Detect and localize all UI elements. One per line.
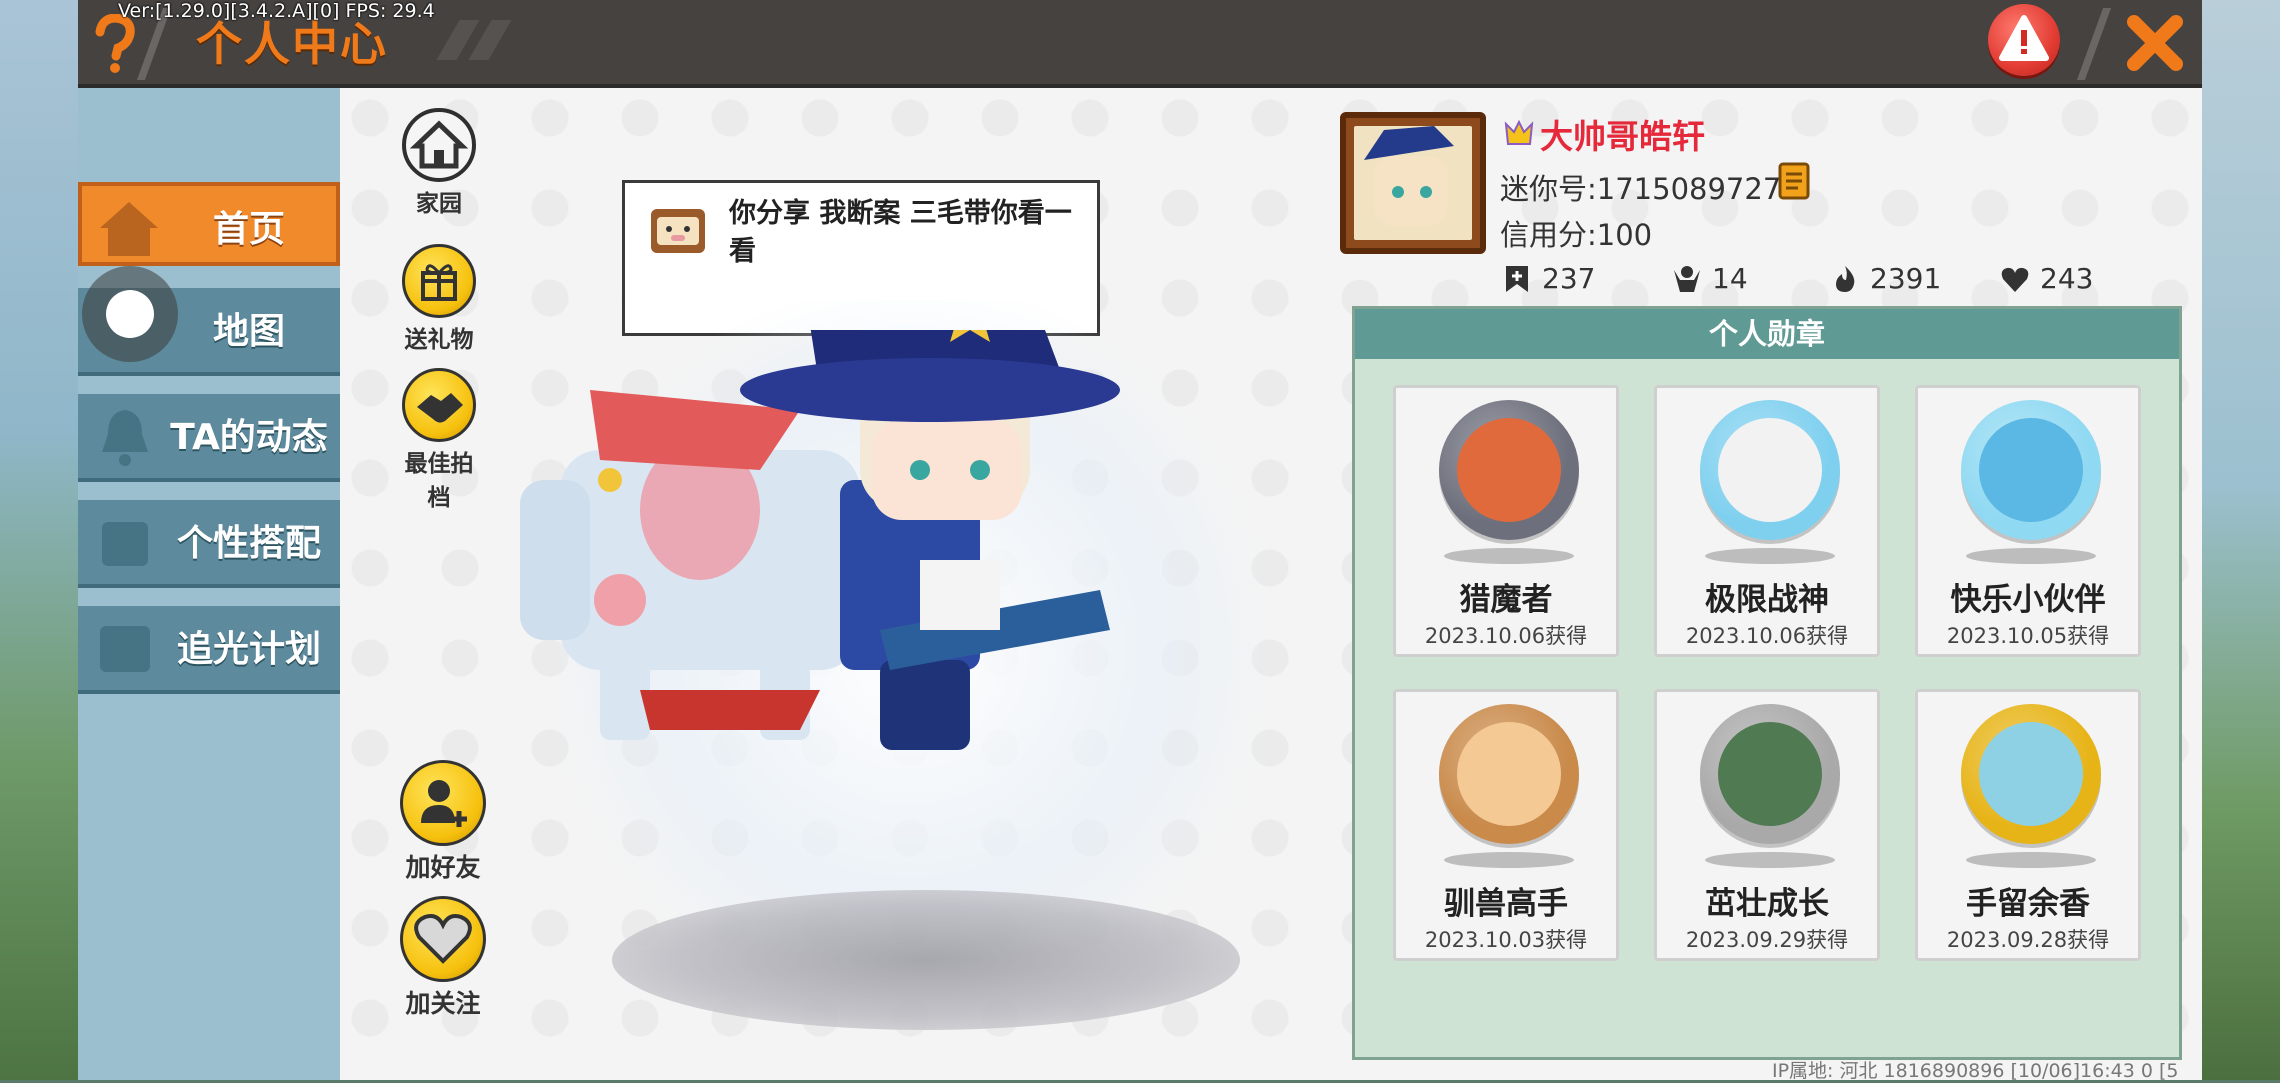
badge-date: 2023.10.06获得 — [1685, 624, 1849, 648]
stat-popularity: 2391 — [1830, 262, 1941, 295]
question-mark-icon[interactable] — [90, 14, 140, 74]
nav-home[interactable]: 首页 — [78, 182, 340, 266]
nav-home-label: 首页 — [212, 209, 285, 250]
thriving-growth-medal-icon — [1700, 704, 1840, 844]
happy-buddy-medal-icon — [1961, 400, 2101, 540]
badge-name: 极限战神 — [1705, 582, 1829, 618]
gift-icon — [402, 244, 476, 318]
game-backdrop-left — [0, 0, 80, 1080]
heart-icon — [2001, 267, 2029, 292]
boss-medal-icon — [1700, 400, 1840, 540]
stat-fans-value: 14 — [1712, 262, 1748, 295]
heart-outline-icon — [400, 896, 486, 982]
medal-shadow — [1705, 852, 1835, 868]
badge-date: 2023.09.28获得 — [1946, 928, 2110, 952]
username: 大帅哥皓轩 — [1540, 117, 1705, 156]
warning-icon — [1999, 15, 2049, 61]
trophy-person-icon — [1674, 265, 1700, 292]
badge-name: 手留余香 — [1966, 886, 2090, 922]
badge-date: 2023.10.06获得 — [1424, 624, 1588, 648]
best-partner-button[interactable]: 最佳拍档 — [394, 368, 484, 512]
stat-posts-value: 237 — [1542, 262, 1596, 295]
floating-assist-button[interactable] — [82, 266, 178, 362]
house-icon — [100, 202, 158, 256]
footer-info: IP属地: 河北 1816890896 [10/06]16:43 0 [5 — [1772, 1060, 2179, 1082]
mini-id: 迷你号:1715089727 — [1500, 172, 1782, 206]
vip-crown-icon — [1504, 119, 1534, 145]
close-x-icon[interactable] — [2122, 10, 2188, 76]
stat-likes-value: 243 — [2040, 262, 2094, 295]
add-friend-icon — [400, 760, 486, 846]
badge-name: 茁壮成长 — [1705, 886, 1829, 922]
stat-fans: 14 — [1672, 262, 1748, 295]
nav-outfit[interactable]: 个性搭配 — [78, 500, 340, 588]
badge-card[interactable]: 手留余香 2023.09.28获得 — [1915, 689, 2141, 961]
stat-likes: 243 — [2000, 262, 2093, 295]
medal-shadow — [1966, 852, 2096, 868]
light-plan-icon — [100, 626, 150, 672]
follow-label: 加关注 — [405, 989, 481, 1018]
medal-shadow — [1705, 548, 1835, 564]
badge-date: 2023.10.03获得 — [1424, 928, 1588, 952]
fps-debug-text: Ver:[1.29.0][3.4.2.A][0] FPS: 29.4 — [118, 0, 435, 22]
profile-avatar[interactable] — [1340, 112, 1486, 254]
bubble-text: 你分享 我断案 三毛带你看一看 — [729, 198, 1072, 267]
player-avatar-on-elephant[interactable] — [500, 330, 1220, 930]
fragrance-medal-icon — [1961, 704, 2101, 844]
medal-shadow — [1444, 548, 1574, 564]
outfit-icon — [102, 522, 148, 566]
badge-panel: 个人勋章 猎魔者 2023.10.06获得 极限战神 2023.10.06获得 … — [1352, 306, 2182, 1060]
home-label: 家园 — [416, 191, 462, 217]
stat-popularity-value: 2391 — [1870, 262, 1942, 295]
add-friend-button[interactable]: 加好友 — [398, 760, 488, 884]
bell-icon — [102, 410, 148, 466]
badge-date: 2023.10.05获得 — [1946, 624, 2110, 648]
stat-posts: 237 — [1502, 262, 1595, 295]
gift-button[interactable]: 送礼物 — [394, 244, 484, 354]
badge-card[interactable]: 极限战神 2023.10.06获得 — [1654, 385, 1880, 657]
badge-date: 2023.09.29获得 — [1685, 928, 1849, 952]
best-partner-label: 最佳拍档 — [404, 451, 474, 511]
badge-card[interactable]: 驯兽高手 2023.10.03获得 — [1393, 689, 1619, 961]
bookmark-plus-icon — [1506, 265, 1528, 292]
medal-shadow — [1966, 548, 2096, 564]
badge-panel-title: 个人勋章 — [1355, 309, 2179, 359]
badge-card[interactable]: 快乐小伙伴 2023.10.05获得 — [1915, 385, 2141, 657]
nav-activity[interactable]: TA的动态 — [78, 394, 340, 482]
nav-map-label: 地图 — [212, 311, 285, 352]
report-button[interactable] — [1988, 4, 2060, 76]
copy-icon[interactable] — [1776, 162, 1814, 202]
nav-outfit-label: 个性搭配 — [176, 523, 321, 564]
follow-button[interactable]: 加关注 — [398, 896, 488, 1020]
home-icon — [402, 108, 476, 182]
badge-card[interactable]: 猎魔者 2023.10.06获得 — [1393, 385, 1619, 657]
beast-tamer-medal-icon — [1439, 704, 1579, 844]
badge-grid[interactable]: 猎魔者 2023.10.06获得 极限战神 2023.10.06获得 快乐小伙伴… — [1355, 359, 2179, 1057]
nav-activity-label: TA的动态 — [170, 417, 328, 458]
nav-light-plan[interactable]: 追光计划 — [78, 606, 340, 694]
home-button[interactable]: 家园 — [394, 108, 484, 218]
gift-label: 送礼物 — [404, 327, 474, 353]
badge-card[interactable]: 茁壮成长 2023.09.29获得 — [1654, 689, 1880, 961]
cow-mascot-icon — [651, 209, 705, 253]
badge-name: 驯兽高手 — [1444, 886, 1568, 922]
game-backdrop-right — [2200, 0, 2280, 1080]
decor-stripes — [436, 20, 528, 60]
credit-score: 信用分:100 — [1500, 218, 1653, 252]
avatar-portrait — [1354, 126, 1472, 240]
add-friend-label: 加好友 — [405, 853, 481, 882]
demon-hunter-medal-icon — [1439, 400, 1579, 540]
badge-name: 猎魔者 — [1459, 582, 1553, 618]
nav-light-plan-label: 追光计划 — [176, 629, 321, 670]
left-nav-panel: 首页 地图 TA的动态 个性搭配 追光计划 — [78, 88, 340, 1080]
badge-name: 快乐小伙伴 — [1950, 582, 2106, 618]
medal-shadow — [1444, 852, 1574, 868]
handshake-icon — [402, 368, 476, 442]
flame-icon — [1836, 265, 1855, 292]
